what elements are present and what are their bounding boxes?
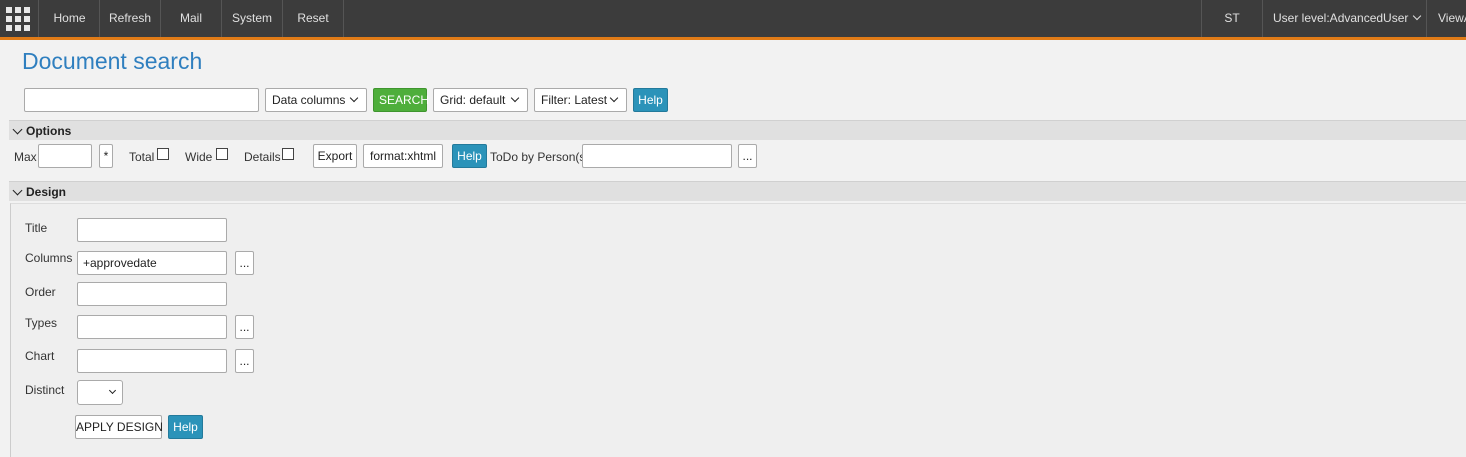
order-label: Order — [25, 285, 56, 299]
chevron-down-icon — [108, 386, 117, 395]
total-checkbox[interactable] — [157, 148, 169, 160]
nav-refresh[interactable]: Refresh — [100, 0, 161, 37]
columns-label: Columns — [25, 251, 73, 265]
wide-checkbox[interactable] — [216, 148, 228, 160]
types-label: Types — [25, 316, 58, 330]
chevron-down-icon — [510, 93, 520, 103]
filter-label: Filter: Latest — [541, 93, 608, 107]
chart-label: Chart — [25, 349, 55, 363]
accent-line — [0, 37, 1466, 40]
nav-reset[interactable]: Reset — [283, 0, 344, 37]
distinct-select[interactable] — [77, 380, 123, 405]
nav-home[interactable]: Home — [40, 0, 100, 37]
total-label: Total — [129, 150, 155, 164]
wide-label: Wide — [185, 150, 213, 164]
top-navbar: Home Refresh Mail System Reset ST User l… — [0, 0, 1466, 37]
details-checkbox[interactable] — [282, 148, 294, 160]
types-input[interactable] — [77, 315, 227, 339]
columns-input[interactable] — [77, 251, 227, 275]
chart-input[interactable] — [77, 349, 227, 373]
user-level-menu[interactable]: User level:AdvancedUser — [1262, 0, 1426, 37]
user-level-label: User level:AdvancedUser — [1273, 11, 1409, 25]
nav-system[interactable]: System — [222, 0, 283, 37]
user-initials[interactable]: ST — [1201, 0, 1262, 37]
max-label: Max — [14, 150, 37, 164]
order-input[interactable] — [77, 282, 227, 306]
options-section-header[interactable]: Options — [9, 120, 1466, 140]
chevron-down-icon — [12, 124, 23, 135]
columns-picker-button[interactable]: ... — [235, 251, 254, 275]
data-columns-label: Data columns — [272, 93, 346, 107]
todo-person-picker-button[interactable]: ... — [738, 144, 757, 168]
apps-menu-button[interactable] — [0, 0, 39, 37]
design-help-button[interactable]: Help — [168, 415, 203, 439]
export-button[interactable]: Export — [313, 144, 357, 168]
nav-mail[interactable]: Mail — [161, 0, 222, 37]
title-input[interactable] — [77, 218, 227, 242]
todo-person-input[interactable] — [582, 144, 732, 168]
data-columns-dropdown[interactable]: Data columns — [265, 88, 367, 112]
view-menu[interactable]: ViewA — [1426, 0, 1466, 37]
options-help-button[interactable]: Help — [452, 144, 487, 168]
format-button[interactable]: format:xhtml — [363, 144, 443, 168]
grid-label: Grid: default — [440, 93, 506, 107]
title-label: Title — [25, 221, 48, 235]
chart-picker-button[interactable]: ... — [235, 349, 254, 373]
search-help-button[interactable]: Help — [633, 88, 668, 112]
page-title: Document search — [22, 48, 203, 74]
chevron-down-icon — [12, 185, 23, 196]
search-input[interactable] — [24, 88, 259, 112]
apps-grid-icon — [6, 7, 30, 31]
chevron-down-icon — [1413, 11, 1422, 21]
max-star-button[interactable]: * — [99, 144, 113, 168]
distinct-label: Distinct — [25, 383, 65, 397]
chevron-down-icon — [609, 93, 619, 103]
details-label: Details — [244, 150, 281, 164]
chevron-down-icon — [349, 93, 359, 103]
design-panel — [10, 203, 1466, 457]
design-section-header[interactable]: Design — [9, 181, 1466, 201]
grid-dropdown[interactable]: Grid: default — [433, 88, 528, 112]
todo-label: ToDo by Person(s) — [490, 150, 590, 164]
apply-design-button[interactable]: APPLY DESIGN — [75, 415, 163, 439]
max-input[interactable] — [38, 144, 92, 168]
search-button[interactable]: SEARCH — [373, 88, 429, 112]
options-header-label: Options — [26, 124, 72, 138]
types-picker-button[interactable]: ... — [235, 315, 254, 339]
filter-dropdown[interactable]: Filter: Latest — [534, 88, 627, 112]
design-header-label: Design — [26, 185, 67, 199]
